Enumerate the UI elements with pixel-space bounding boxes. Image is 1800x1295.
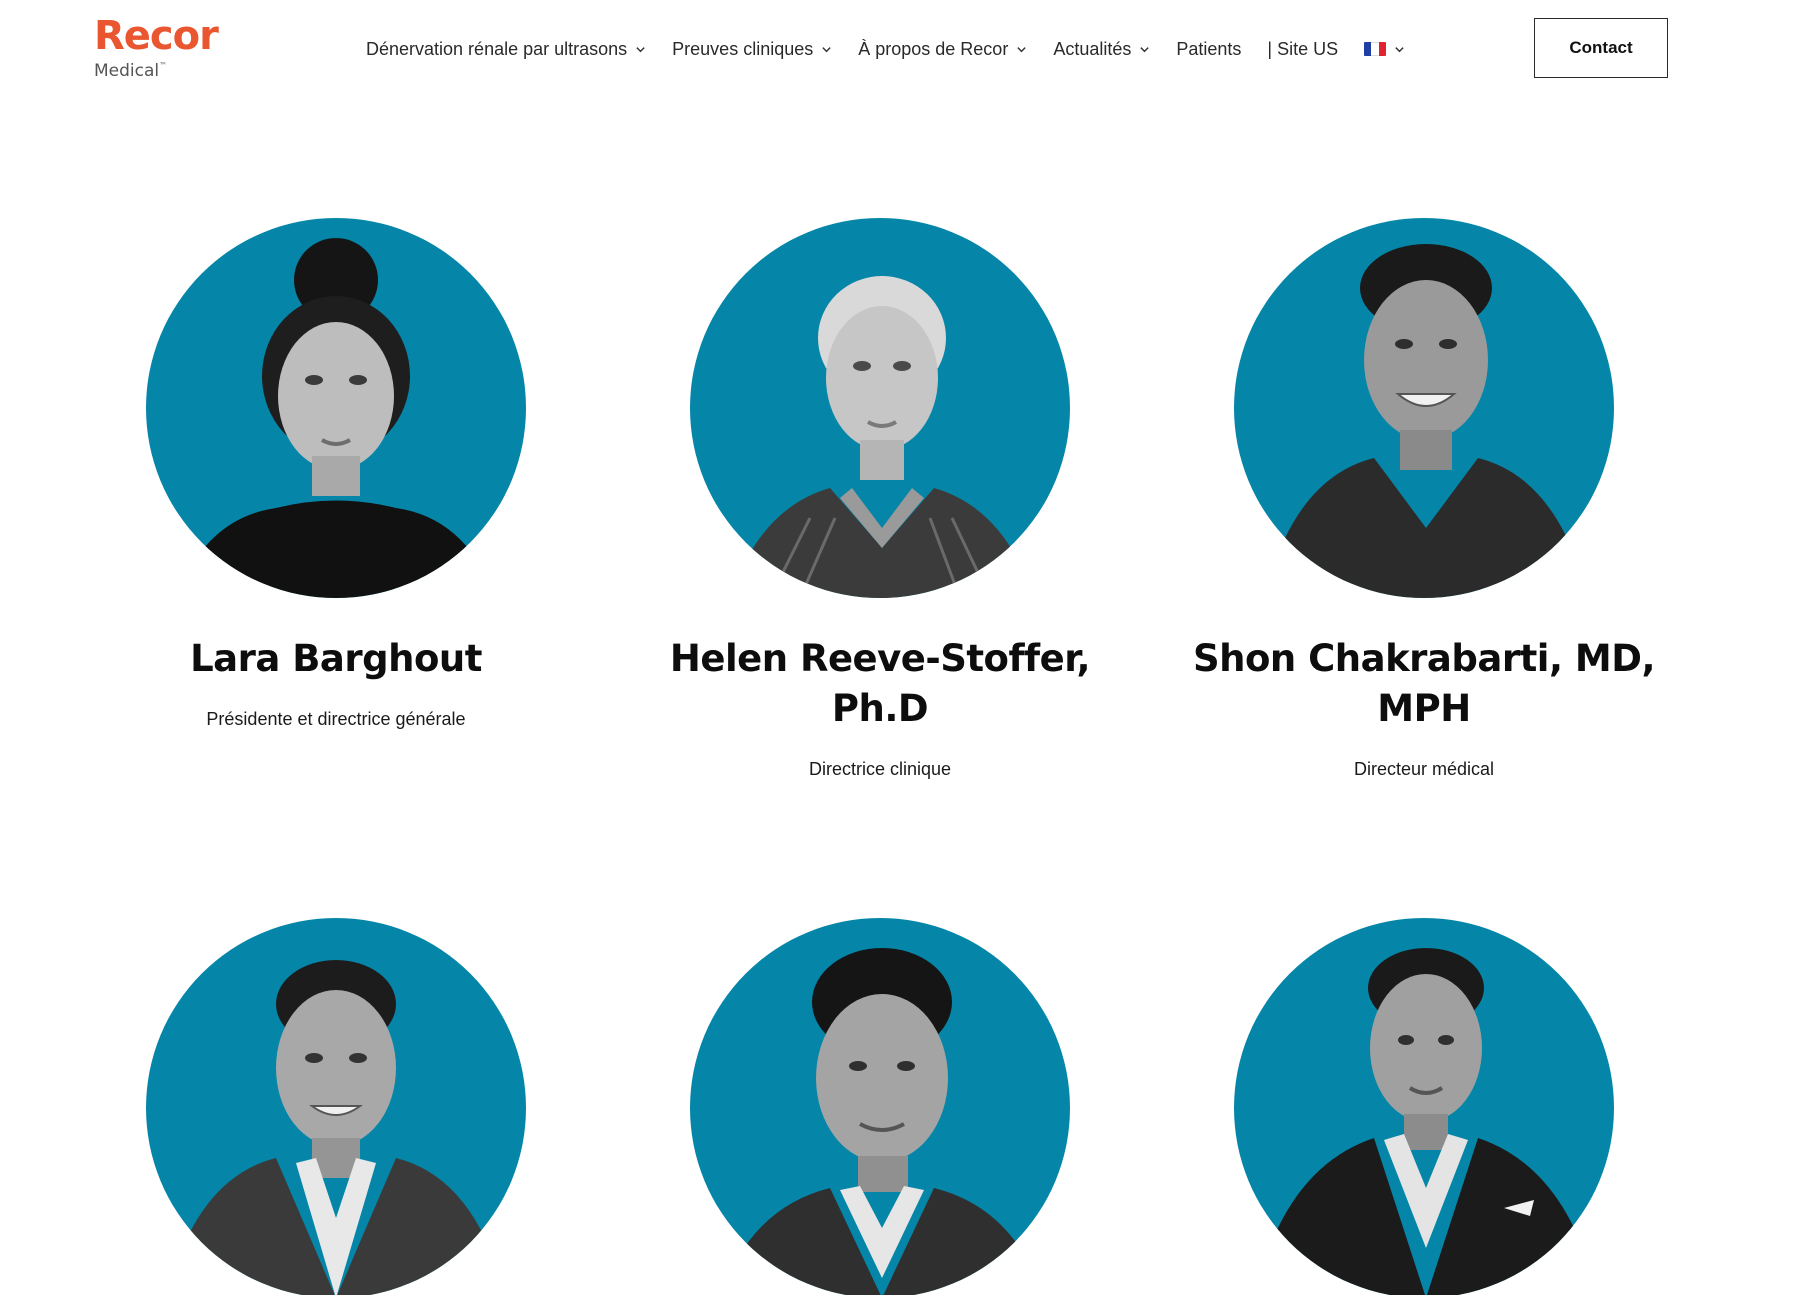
team-card-member-5 xyxy=(630,918,1130,1295)
contact-button[interactable]: Contact xyxy=(1534,18,1668,78)
member-role: Directeur médical xyxy=(1353,759,1495,779)
team-card-member-4 xyxy=(86,918,586,1295)
nav-item-denervation[interactable]: Dénervation rénale par ultrasons xyxy=(366,39,646,60)
nav-item-label: Patients xyxy=(1176,38,1242,59)
page: Recor Medical™ Dénervation rénale par ul… xyxy=(0,0,1800,1295)
member-name: Lara Barghout xyxy=(190,637,482,680)
site-header: Recor Medical™ Dénervation rénale par ul… xyxy=(0,0,1800,100)
portrait-image xyxy=(146,218,526,598)
nav-item-label: Dénervation rénale par ultrasons xyxy=(366,38,628,59)
portrait-helen-reeve-stoffer xyxy=(690,218,1070,598)
chevron-down-icon xyxy=(822,46,831,52)
main-nav: Dénervation rénale par ultrasons Preuves… xyxy=(366,32,1405,66)
team-card-helen-reeve-stoffer: Helen Reeve-Stoffer, Ph.D Directrice cli… xyxy=(630,218,1130,782)
nav-item-actualites[interactable]: Actualités xyxy=(1053,39,1150,60)
nav-item-label: Actualités xyxy=(1053,38,1132,59)
recor-medical-logo[interactable]: Recor Medical™ xyxy=(94,13,219,81)
member-name: Shon Chakrabarti, MD, MPH xyxy=(1192,637,1656,730)
member-role: Présidente et directrice générale xyxy=(206,709,466,729)
portrait-shon-chakrabarti xyxy=(1234,218,1614,598)
nav-item-site-us[interactable]: | Site US xyxy=(1267,39,1338,60)
nav-item-patients[interactable]: Patients xyxy=(1176,39,1241,60)
portrait-image xyxy=(146,918,526,1295)
nav-item-a-propos[interactable]: À propos de Recor xyxy=(858,39,1027,60)
nav-item-label: Preuves cliniques xyxy=(672,38,814,59)
portrait-team-member-6 xyxy=(1234,918,1614,1295)
language-switcher[interactable] xyxy=(1364,42,1405,56)
portrait-team-member-4 xyxy=(146,918,526,1295)
chevron-down-icon xyxy=(1017,46,1027,52)
logo-subtext: Medical™ xyxy=(94,56,218,81)
portrait-image xyxy=(1234,918,1614,1295)
logo-sub-label: Medical xyxy=(94,61,160,81)
flag-stripe-blue xyxy=(1364,42,1372,56)
logo-wordmark: Recor xyxy=(94,13,219,59)
nav-item-preuves-cliniques[interactable]: Preuves cliniques xyxy=(672,39,832,60)
portrait-image xyxy=(1234,218,1614,598)
team-card-lara-barghout: Lara Barghout Présidente et directrice g… xyxy=(86,218,586,732)
chevron-down-icon xyxy=(1140,46,1150,52)
flag-stripe-red xyxy=(1378,42,1387,56)
portrait-image xyxy=(690,918,1070,1295)
portrait-team-member-5 xyxy=(690,918,1070,1295)
portrait-lara-barghout xyxy=(146,218,526,598)
flag-france-icon xyxy=(1364,42,1387,56)
nav-item-label: | Site US xyxy=(1267,38,1339,59)
team-card-shon-chakrabarti: Shon Chakrabarti, MD, MPH Directeur médi… xyxy=(1174,218,1674,782)
logo-trademark: ™ xyxy=(159,61,168,70)
portrait-image xyxy=(690,218,1070,598)
chevron-down-icon xyxy=(636,46,645,52)
flag-stripe-white xyxy=(1371,42,1379,56)
member-name: Helen Reeve-Stoffer, Ph.D xyxy=(669,637,1091,730)
nav-item-label: À propos de Recor xyxy=(858,38,1009,59)
team-card-member-6 xyxy=(1174,918,1674,1295)
member-role: Directrice clinique xyxy=(808,759,952,779)
chevron-down-icon xyxy=(1395,46,1404,52)
